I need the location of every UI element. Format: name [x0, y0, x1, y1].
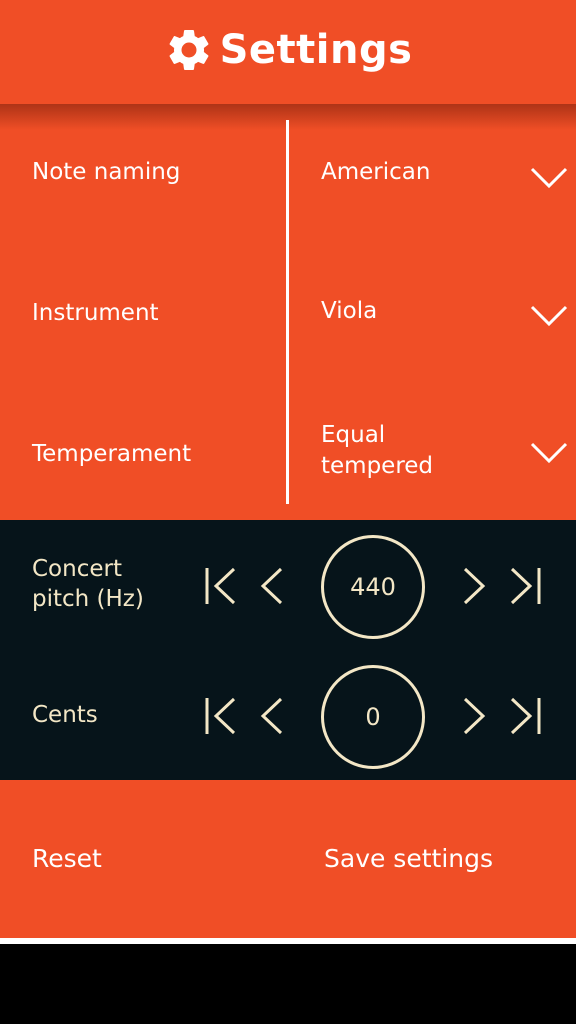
- chevron-down-icon[interactable]: [530, 166, 568, 190]
- decrement-icon[interactable]: [260, 567, 284, 605]
- pitch-panel: Concert pitch (Hz) 440 Cents 0: [0, 520, 576, 780]
- page-title: Settings: [219, 27, 413, 73]
- instrument-label: Instrument: [32, 300, 159, 326]
- header-bar: Settings: [0, 0, 576, 104]
- skip-to-min-icon[interactable]: [204, 567, 238, 605]
- header-title-group: Settings: [164, 25, 413, 75]
- temperament-label: Temperament: [32, 441, 192, 467]
- reset-button[interactable]: Reset: [32, 844, 102, 873]
- skip-to-min-icon[interactable]: [204, 697, 238, 735]
- cents-value: 0: [321, 665, 425, 769]
- concert-pitch-value: 440: [321, 535, 425, 639]
- note-naming-label: Note naming: [32, 159, 181, 185]
- skip-to-max-icon[interactable]: [508, 697, 542, 735]
- instrument-value[interactable]: Viola: [321, 296, 377, 327]
- chevron-down-icon[interactable]: [530, 304, 568, 328]
- temperament-value-line2: tempered: [321, 453, 434, 479]
- column-divider: [286, 120, 289, 504]
- decrement-icon[interactable]: [260, 697, 284, 735]
- settings-panel: Note naming American Instrument Viola Te…: [0, 104, 576, 520]
- footer-divider: [0, 938, 576, 944]
- note-naming-value[interactable]: American: [321, 157, 430, 188]
- cents-label: Cents: [32, 702, 98, 728]
- increment-icon[interactable]: [462, 567, 486, 605]
- concert-pitch-label-line1: Concert: [32, 556, 122, 582]
- gear-icon: [169, 29, 209, 70]
- temperament-value-line1: Equal: [321, 422, 386, 448]
- concert-pitch-label-line2: pitch (Hz): [32, 586, 144, 612]
- chevron-down-icon[interactable]: [530, 441, 568, 465]
- footer-bar: Reset Save settings: [0, 780, 576, 938]
- concert-pitch-label: Concert pitch (Hz): [32, 554, 144, 614]
- save-settings-button[interactable]: Save settings: [324, 844, 493, 873]
- temperament-value[interactable]: Equal tempered: [321, 420, 433, 482]
- skip-to-max-icon[interactable]: [508, 567, 542, 605]
- increment-icon[interactable]: [462, 697, 486, 735]
